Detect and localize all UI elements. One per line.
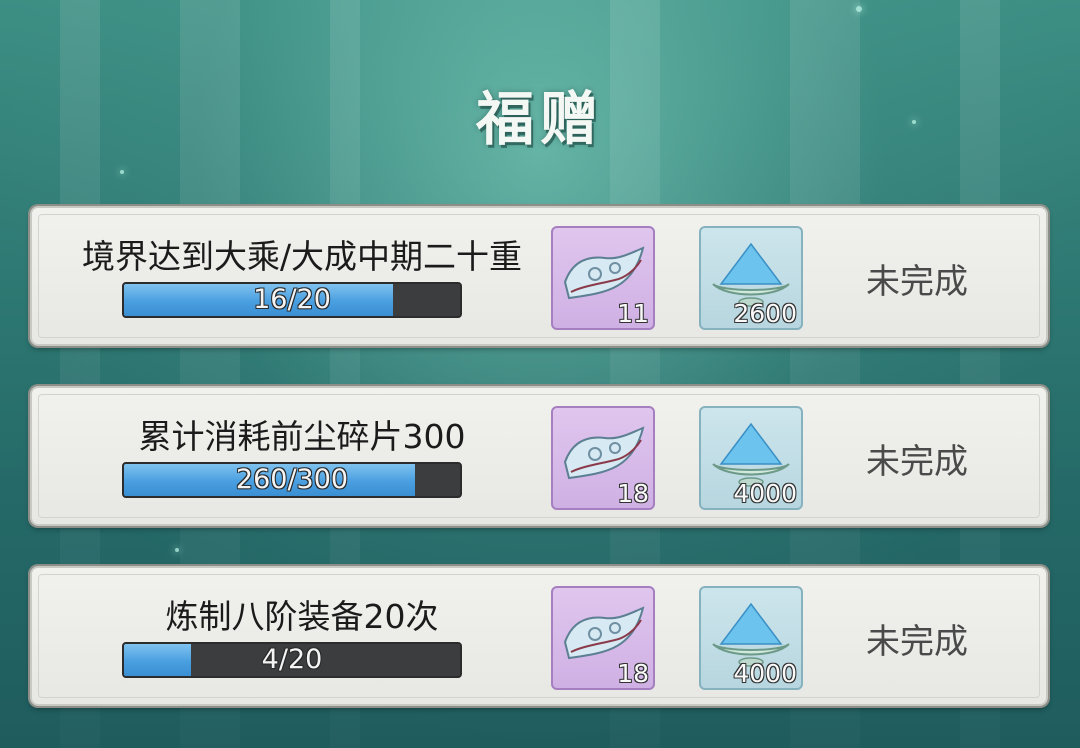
task-card: 累计消耗前尘碎片300 260/300 18 4000 未完成: [30, 386, 1048, 526]
task-card: 境界达到大乘/大成中期二十重 16/20 11 2600 未完成: [30, 206, 1048, 346]
page-title: 福赠: [475, 85, 604, 153]
progress-text: 260/300: [235, 464, 349, 495]
reward-slot-crystal[interactable]: 4000: [699, 406, 803, 510]
task-title: 炼制八阶装备20次: [165, 597, 439, 636]
status-label: 未完成: [866, 442, 968, 482]
progress-text: 16/20: [253, 284, 331, 315]
reward-slot-crystal[interactable]: 2600: [699, 226, 803, 330]
reward-slot-scroll[interactable]: 18: [551, 586, 655, 690]
task-title: 累计消耗前尘碎片300: [138, 417, 466, 456]
reward-count: 2600: [733, 299, 797, 328]
progress-bar: 16/20: [122, 282, 462, 318]
status-label: 未完成: [866, 262, 968, 302]
reward-count: 4000: [733, 479, 797, 508]
reward-slot-scroll[interactable]: 11: [551, 226, 655, 330]
progress-bar: 4/20: [122, 642, 462, 678]
reward-slot-crystal[interactable]: 4000: [699, 586, 803, 690]
progress-text: 4/20: [261, 644, 323, 675]
status-label: 未完成: [866, 622, 968, 662]
progress-bar: 260/300: [122, 462, 462, 498]
task-title: 境界达到大乘/大成中期二十重: [81, 237, 523, 276]
task-card: 炼制八阶装备20次 4/20 18 4000 未完成: [30, 566, 1048, 706]
reward-slot-scroll[interactable]: 18: [551, 406, 655, 510]
reward-count: 18: [617, 479, 649, 508]
reward-count: 4000: [733, 659, 797, 688]
reward-count: 11: [617, 299, 649, 328]
reward-count: 18: [617, 659, 649, 688]
